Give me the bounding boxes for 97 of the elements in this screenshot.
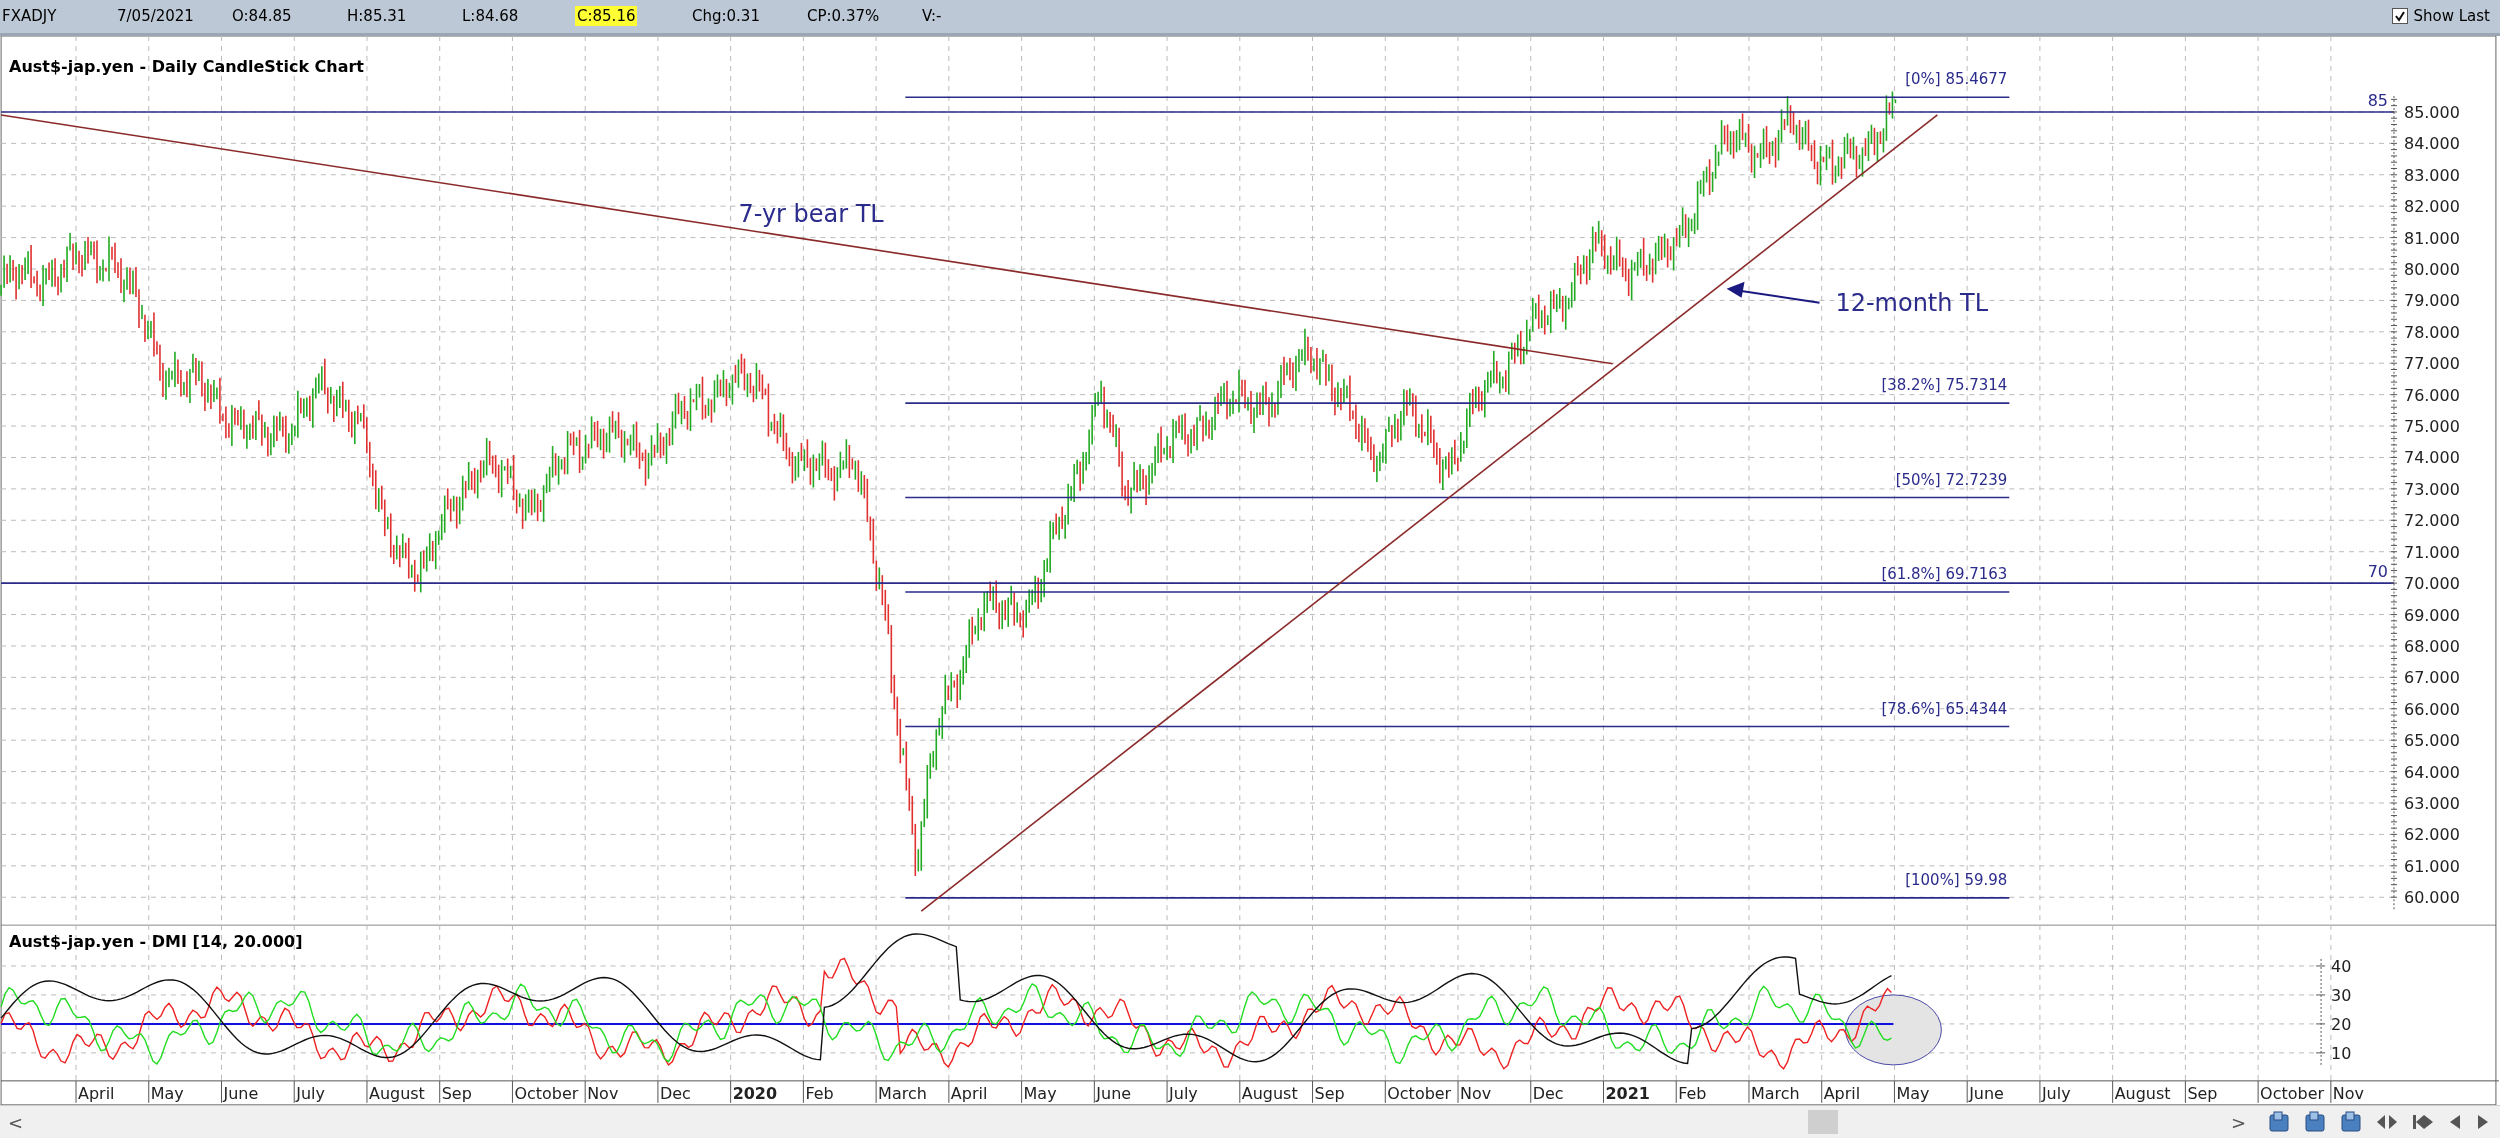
axis-label: 71.000: [2404, 542, 2460, 562]
fibonacci-label: [100%] 59.98: [1905, 870, 2008, 889]
axis-label: 72.000: [2404, 511, 2460, 531]
date-label: October: [2260, 1084, 2325, 1104]
date-label: Nov: [587, 1084, 619, 1104]
axis-label: 75.000: [2404, 417, 2460, 436]
axis-label: 74.000: [2404, 448, 2460, 468]
quote-value: H:85.31: [346, 6, 408, 27]
date-label: August: [1241, 1084, 1298, 1104]
checkbox[interactable]: [2391, 8, 2408, 25]
date-label: July: [1169, 1084, 1198, 1104]
axis-label: 82.000: [2404, 197, 2460, 217]
date-label: April: [1823, 1084, 1861, 1104]
scroll-thumb[interactable]: [1808, 1110, 1838, 1135]
level-label: 70: [2367, 562, 2388, 582]
fibonacci-label: [61.8%] 69.7163: [1881, 565, 2008, 583]
quote-value: CP:0.37%: [806, 6, 881, 27]
step-right-icon[interactable]: [2476, 1113, 2490, 1131]
scroll-left-button[interactable]: <: [0, 1111, 32, 1133]
axis-label: 20: [2331, 1015, 2352, 1035]
axis-label: 73.000: [2404, 479, 2460, 499]
chart-tool-icon[interactable]: [2340, 1111, 2362, 1133]
axis-label: 60.000: [2404, 888, 2460, 908]
quote-value: O:84.85: [231, 6, 293, 27]
date-label: Sep: [1314, 1084, 1345, 1104]
chart-title: Aust$-jap.yen - Daily CandleStick Chart: [9, 56, 364, 76]
axis-label: 63.000: [2404, 793, 2460, 813]
axis-label: 68.000: [2404, 636, 2460, 656]
date-label: Nov: [1460, 1084, 1492, 1104]
axis-label: 85.000: [2404, 102, 2460, 122]
axis-label: 61.000: [2404, 856, 2460, 876]
axis-label: 62.000: [2404, 825, 2460, 845]
checkbox-label: Show Last: [2413, 7, 2490, 26]
date-label: Nov: [2332, 1084, 2365, 1104]
axis-label: 30: [2331, 986, 2352, 1006]
date-label: June: [1096, 1084, 1132, 1104]
axis-label: 84.000: [2404, 134, 2460, 154]
date-label: Sep: [441, 1084, 472, 1104]
axis-label: 80.000: [2404, 259, 2460, 279]
date-label: March: [878, 1084, 927, 1104]
date-label: May: [1023, 1084, 1057, 1104]
axis-label: 64.000: [2404, 762, 2460, 782]
annotation-text: 12-month TL: [1835, 288, 1989, 317]
date-label: June: [1969, 1084, 2004, 1104]
quote-value: V:-: [921, 6, 943, 27]
date-label: Feb: [1678, 1084, 1707, 1104]
date-label: June: [223, 1084, 259, 1104]
date-label: Feb: [805, 1084, 834, 1104]
axis-label: 40: [2331, 957, 2352, 977]
date-label: July: [296, 1084, 325, 1104]
axis-label: 10: [2331, 1044, 2352, 1064]
scroll-right-button[interactable]: >: [2222, 1111, 2254, 1133]
fibonacci-label: [78.6%] 65.4344: [1881, 699, 2008, 718]
date-label: May: [150, 1084, 184, 1104]
date-label: April: [950, 1084, 988, 1104]
date-label: May: [1896, 1084, 1930, 1104]
show-last-checkbox[interactable]: Show Last: [2391, 7, 2490, 26]
quote-value: C:85.16: [575, 6, 638, 27]
date-label: August: [368, 1084, 425, 1104]
date-label: October: [514, 1084, 579, 1104]
date-label: 2021: [1605, 1084, 1650, 1104]
axis-label: 69.000: [2404, 605, 2460, 625]
quote-value: L:84.68: [461, 6, 520, 27]
level-label: 85: [2367, 90, 2388, 110]
scrollbar[interactable]: < >: [0, 1105, 2500, 1138]
indicator-title: Aust$-jap.yen - DMI [14, 20.000]: [9, 932, 303, 952]
date-label: October: [1387, 1084, 1452, 1104]
date-label: 2020: [732, 1084, 778, 1104]
axis-label: 67.000: [2404, 668, 2460, 688]
fibonacci-label: [50%] 72.7239: [1895, 470, 2008, 489]
chart-tool-icon[interactable]: [2304, 1111, 2326, 1133]
axis-label: 66.000: [2404, 699, 2460, 719]
date-label: Dec: [1532, 1084, 1564, 1104]
zoom-arrows-icon[interactable]: [2376, 1113, 2398, 1131]
date-label: April: [78, 1084, 115, 1104]
checkmark-icon: [2393, 10, 2406, 23]
date-label: July: [2041, 1084, 2071, 1104]
step-left-icon[interactable]: [2448, 1113, 2462, 1131]
quote-value: 7/05/2021: [116, 6, 195, 27]
date-label: March: [1750, 1084, 1800, 1104]
axis-label: 81.000: [2404, 228, 2460, 248]
quote-value: FXADJY: [1, 6, 58, 27]
axis-label: 76.000: [2404, 385, 2460, 405]
annotation-text: 7-yr bear TL: [738, 199, 884, 228]
date-label: Dec: [659, 1084, 691, 1104]
fibonacci-label: [0%] 85.4677: [1905, 70, 2008, 89]
chart-tool-icon[interactable]: [2268, 1111, 2290, 1133]
fibonacci-label: [38.2%] 75.7314: [1881, 376, 2008, 395]
date-label: August: [2114, 1084, 2171, 1104]
axis-label: 83.000: [2404, 165, 2460, 185]
axis-label: 77.000: [2404, 354, 2460, 374]
axis-label: 65.000: [2404, 731, 2460, 751]
date-label: Sep: [2187, 1084, 2218, 1104]
axis-label: 70.000: [2404, 574, 2460, 594]
quote-value: Chg:0.31: [691, 6, 761, 27]
axis-label: 78.000: [2404, 322, 2460, 342]
axis-label: 79.000: [2404, 291, 2460, 311]
